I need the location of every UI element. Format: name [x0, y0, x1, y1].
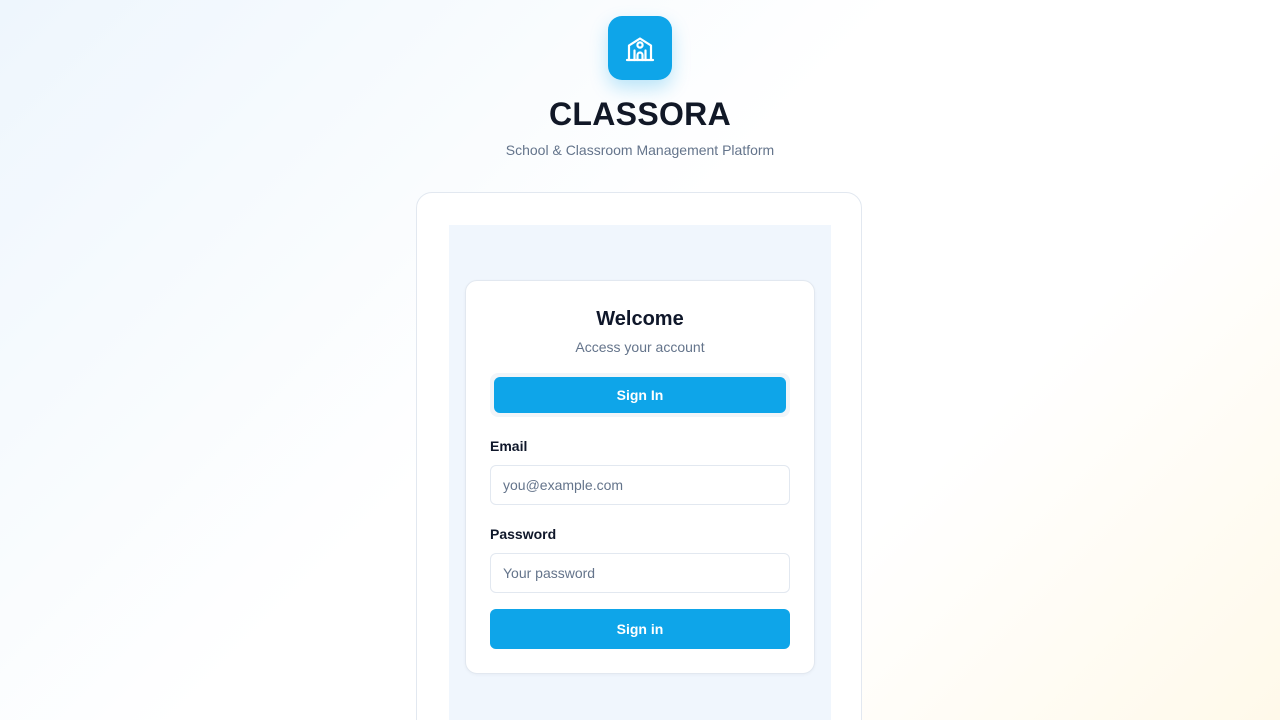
welcome-subheading: Access your account	[575, 339, 705, 355]
tab-sign-in[interactable]: Sign In	[494, 377, 786, 413]
email-label: Email	[490, 438, 528, 454]
sign-in-button[interactable]: Sign in	[490, 609, 790, 649]
password-field[interactable]	[490, 553, 790, 593]
brand-subtitle: School & Classroom Management Platform	[505, 142, 775, 158]
password-label: Password	[490, 526, 557, 542]
brand-title: CLASSORA	[549, 96, 731, 132]
welcome-heading: Welcome	[596, 308, 684, 330]
brand-logo	[608, 16, 672, 80]
school-building-icon	[625, 37, 655, 62]
email-field[interactable]	[490, 465, 790, 505]
